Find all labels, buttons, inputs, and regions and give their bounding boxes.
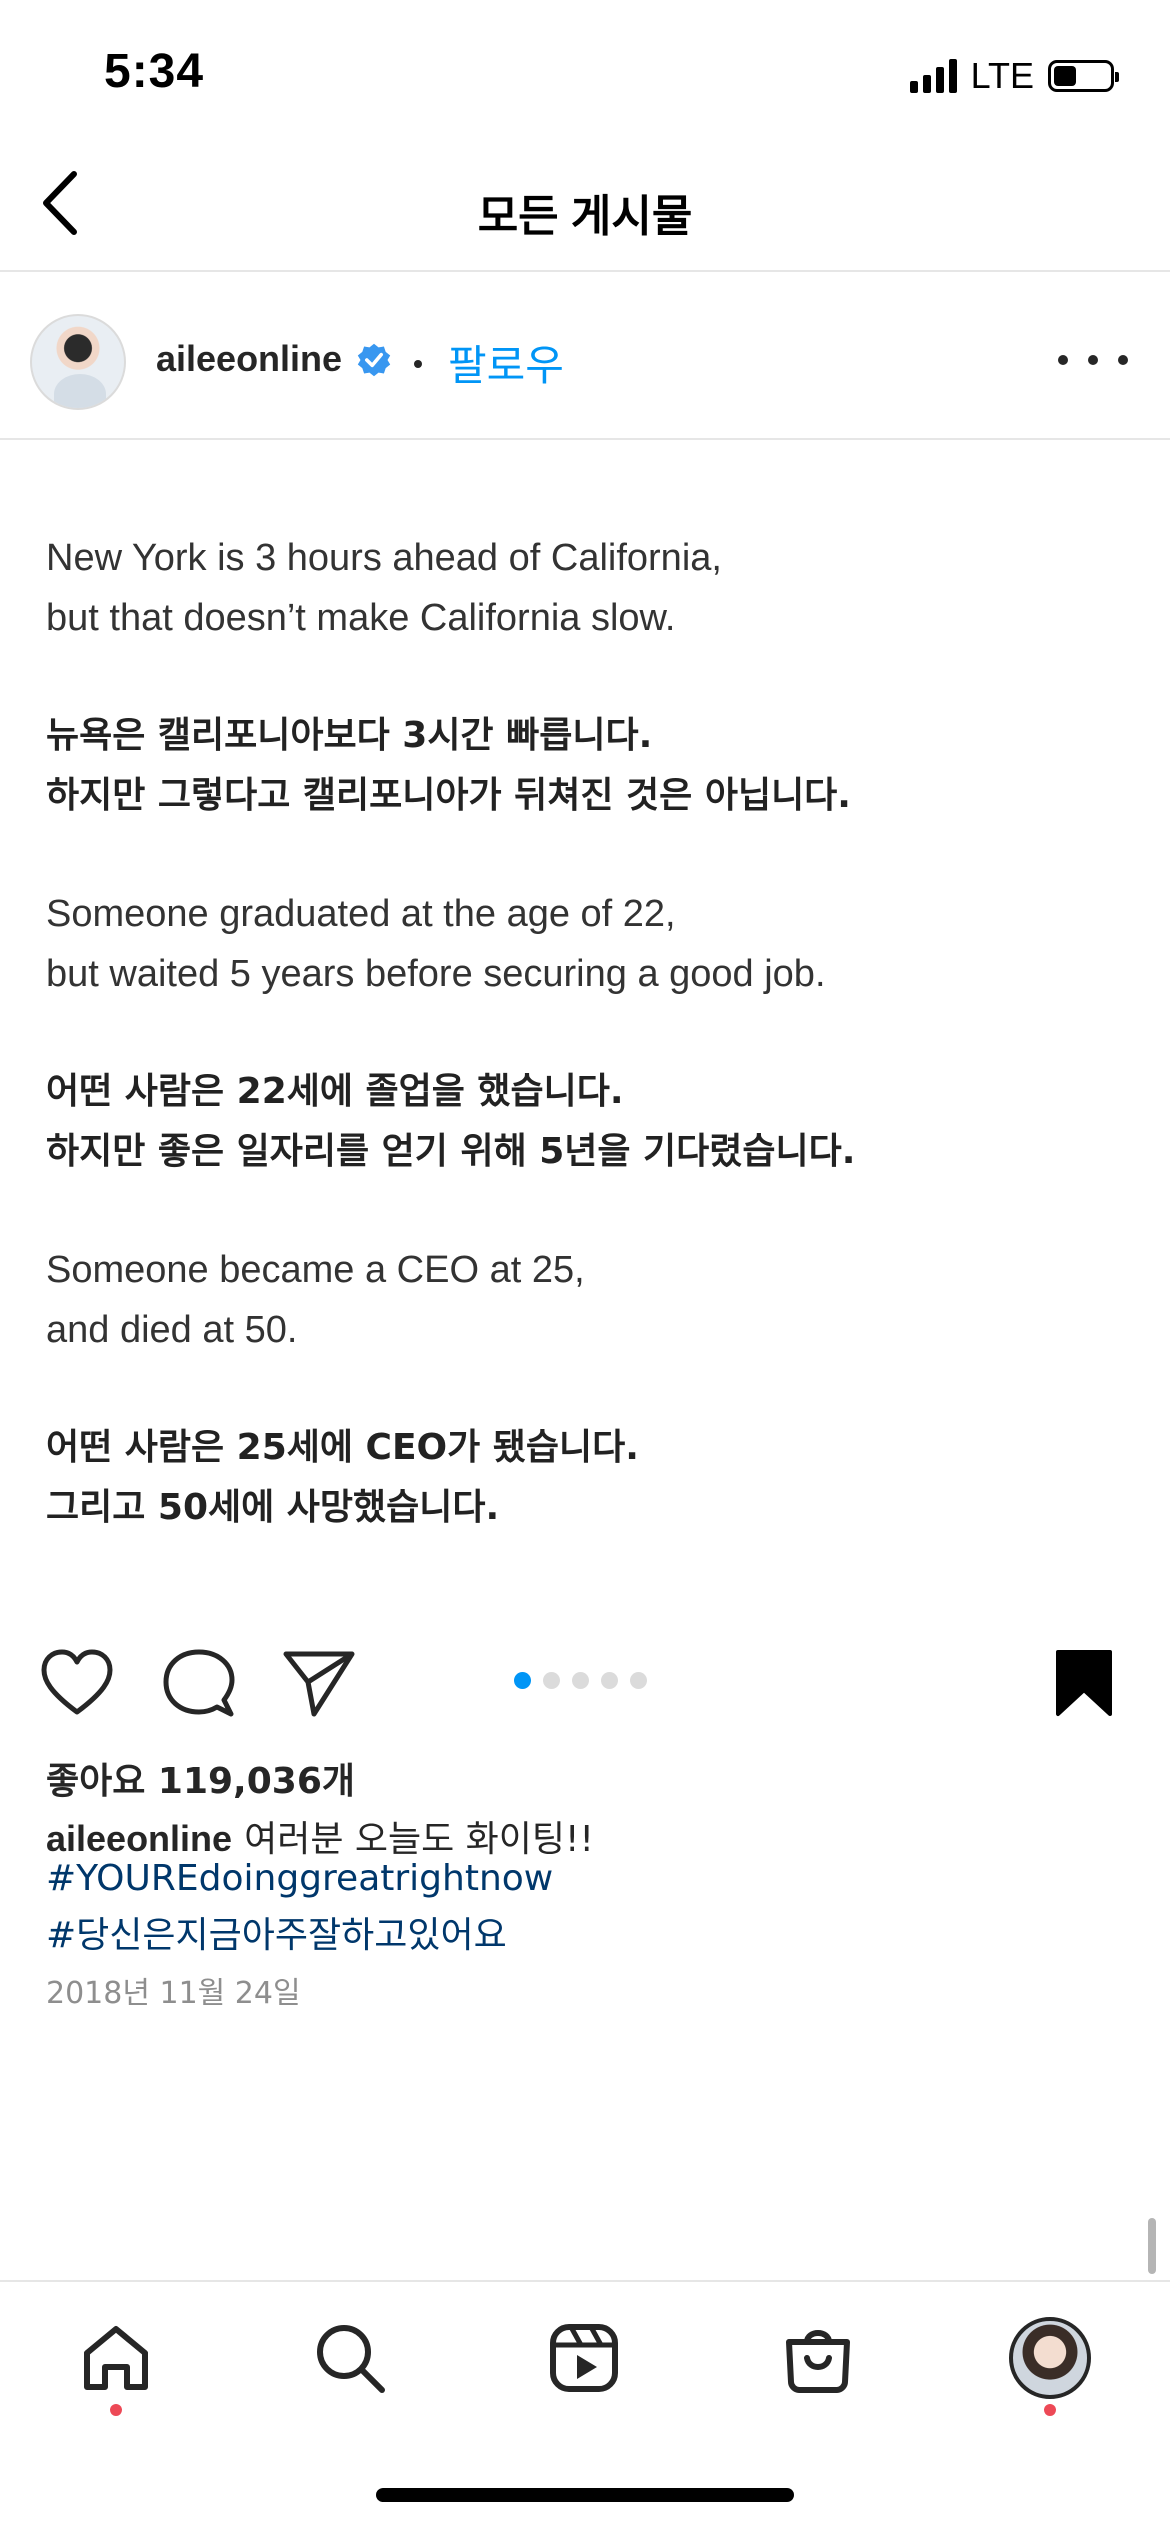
tab-reels[interactable] [536,2310,632,2406]
send-icon[interactable] [282,1648,356,1718]
carousel-dot [601,1672,618,1689]
image-paragraph: Someone graduated at the age of 22, but … [46,893,826,995]
home-notification-dot [110,2404,122,2416]
image-paragraph: 어떤 사람은 22세에 졸업을 했습니다. 하지만 좋은 일자리를 얻기 위해 … [46,1071,856,1172]
heart-icon[interactable] [40,1648,114,1718]
post-image[interactable]: New York is 3 hours ahead of California,… [0,440,1170,1610]
tab-search[interactable] [302,2310,398,2406]
page-title: 모든 게시물 [477,192,693,241]
post-image-text: New York is 3 hours ahead of California,… [46,528,1126,1596]
status-icons: LTE [909,54,1119,98]
more-horizontal-icon [1058,355,1068,365]
scrollbar[interactable] [1148,2218,1156,2274]
tab-home[interactable] [68,2310,164,2406]
header-divider [0,270,1170,272]
home-icon [84,2326,148,2390]
image-paragraph: 어떤 사람은 25세에 CEO가 됐습니다. 그리고 50세에 사망했습니다. [46,1427,639,1528]
search-icon [317,2325,385,2393]
carousel-dot-active [514,1672,531,1689]
separator-dot [414,360,422,368]
author-avatar[interactable] [30,314,126,410]
caption-text: 여러분 오늘도 화이팅!! [244,1819,594,1860]
home-indicator[interactable] [376,2488,794,2502]
status-time: 5:34 [104,45,205,98]
comment-icon[interactable] [162,1648,236,1718]
shop-icon [786,2330,850,2393]
reels-icon [550,2324,618,2392]
network-label: LTE [970,55,1034,96]
signal-icon [909,59,957,93]
hashtag-link[interactable]: #당신은지금아주잘하고있어요 [46,1906,507,1958]
more-options-button[interactable] [1058,340,1128,380]
image-paragraph: Someone became a CEO at 25, and died at … [46,1249,585,1351]
image-paragraph: New York is 3 hours ahead of California,… [46,537,722,639]
carousel-dot [543,1672,560,1689]
post-date: 2018년 11월 24일 [46,1976,301,2011]
carousel-indicator [514,1672,647,1689]
carousel-dot [572,1672,589,1689]
carousel-dot [630,1672,647,1689]
verified-badge-icon [357,343,391,377]
hashtag-link[interactable]: #YOUREdoinggreatrightnow [46,1858,553,1899]
likes-count[interactable]: 좋아요 119,036개 [46,1752,355,1804]
author-username[interactable]: aileeonline [156,338,342,380]
profile-notification-dot [1044,2404,1056,2416]
battery-icon [1048,60,1119,92]
image-paragraph: 뉴욕은 캘리포니아보다 3시간 빠릅니다. 하지만 그렇다고 캘리포니아가 뒤쳐… [46,715,851,816]
bookmark-icon[interactable] [1054,1648,1114,1718]
tab-shop[interactable] [770,2310,866,2406]
profile-avatar [1009,2317,1091,2399]
follow-button[interactable]: 팔로우 [448,332,564,393]
tab-bar-divider [0,2280,1170,2282]
tab-profile[interactable] [1002,2310,1098,2406]
caption-username[interactable]: aileeonline [46,1818,232,1859]
caption: aileeonline 여러분 오늘도 화이팅!! [46,1810,594,1862]
